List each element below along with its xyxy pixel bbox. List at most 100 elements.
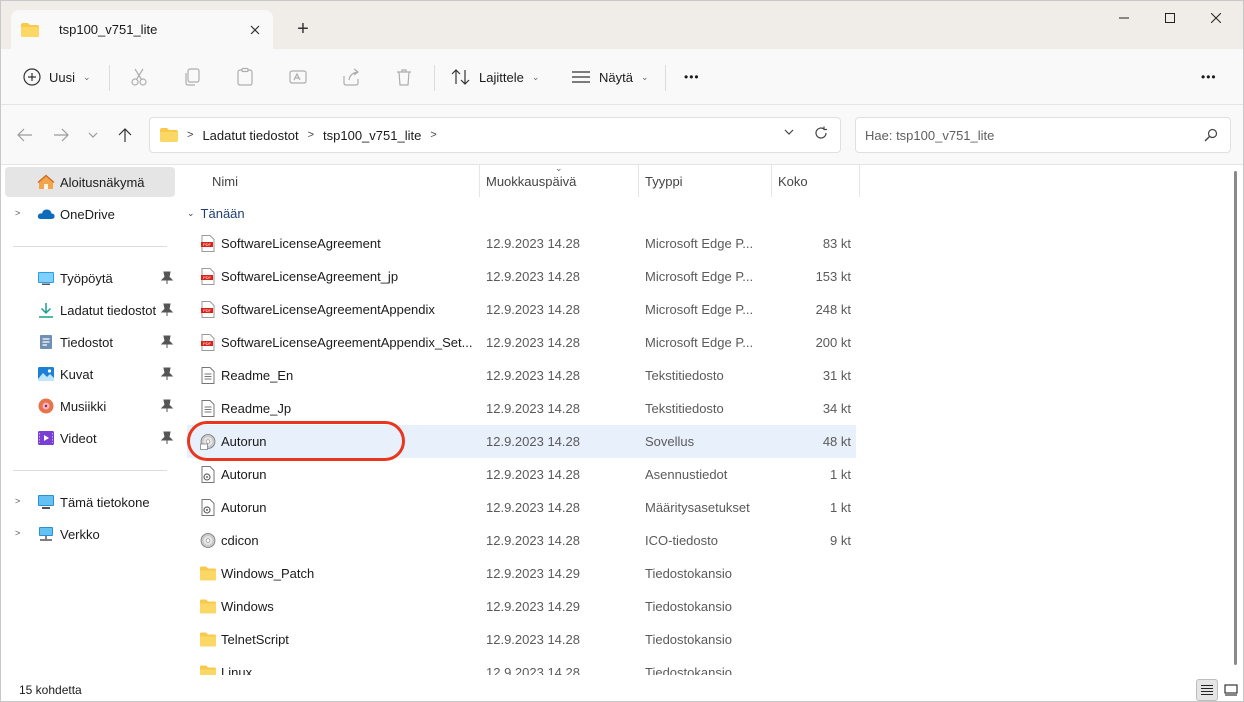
- address-history-dropdown[interactable]: [784, 127, 794, 138]
- file-row[interactable]: Autorun 12.9.2023 14.28 Määritysasetukset 1…: [187, 491, 856, 524]
- vertical-scrollbar[interactable]: [1229, 165, 1243, 675]
- paste-button[interactable]: [235, 60, 255, 94]
- videos-icon: [38, 431, 54, 445]
- sidebar-item-videos[interactable]: Videot: [5, 423, 175, 453]
- chevron-right-icon[interactable]: >: [15, 496, 20, 506]
- sidebar-item-desktop[interactable]: Työpöytä: [5, 263, 175, 293]
- sidebar-item-pictures[interactable]: Kuvat: [5, 359, 175, 389]
- breadcrumb-separator[interactable]: >: [187, 129, 193, 141]
- file-type: Tekstitiedosto: [645, 368, 724, 383]
- pin-icon[interactable]: [161, 303, 173, 317]
- file-row[interactable]: PDF SoftwareLicenseAgreementAppendix_Set.…: [187, 326, 856, 359]
- copy-button[interactable]: [182, 60, 202, 94]
- back-button[interactable]: [13, 123, 37, 147]
- address-bar[interactable]: > Ladatut tiedostot > tsp100_v751_lite >: [149, 117, 841, 153]
- chevron-right-icon[interactable]: >: [15, 208, 20, 218]
- maximize-button[interactable]: [1147, 1, 1193, 35]
- share-button[interactable]: [341, 60, 361, 94]
- details-view-button[interactable]: [1196, 679, 1218, 701]
- file-row[interactable]: PDF SoftwareLicenseAgreement 12.9.2023 14.…: [187, 227, 856, 260]
- sort-button[interactable]: Lajittele ⌄: [451, 60, 539, 94]
- group-header-today[interactable]: ⌄ Tänään: [187, 206, 245, 221]
- pin-icon[interactable]: [161, 271, 173, 285]
- breadcrumb-downloads[interactable]: Ladatut tiedostot: [202, 128, 298, 143]
- new-button[interactable]: Uusi ⌄: [23, 60, 91, 94]
- column-divider[interactable]: [638, 165, 639, 197]
- search-icon[interactable]: [1204, 128, 1218, 145]
- file-modified-date: 12.9.2023 14.28: [486, 401, 580, 416]
- close-window-button[interactable]: [1193, 1, 1239, 35]
- toolbar-divider: [665, 65, 666, 91]
- refresh-button[interactable]: [814, 126, 828, 143]
- column-divider[interactable]: [479, 165, 480, 197]
- file-row[interactable]: PDF SoftwareLicenseAgreement_jp 12.9.2023 …: [187, 260, 856, 293]
- tab-current-folder[interactable]: tsp100_v751_lite: [11, 10, 273, 49]
- cloud-icon: [37, 209, 55, 219]
- file-modified-date: 12.9.2023 14.28: [486, 368, 580, 383]
- close-icon: [1211, 13, 1221, 23]
- file-row[interactable]: Autorun 12.9.2023 14.28 Asennustiedot 1 kt: [187, 458, 856, 491]
- column-header-type[interactable]: Tyyppi: [645, 165, 683, 197]
- pin-icon[interactable]: [161, 431, 173, 445]
- column-divider[interactable]: [771, 165, 772, 197]
- tiles-view-button[interactable]: [1220, 679, 1242, 701]
- column-header-date[interactable]: Muokkauspäivä: [486, 165, 576, 197]
- cut-button[interactable]: [129, 60, 149, 94]
- file-type: Microsoft Edge P...: [645, 335, 754, 350]
- tab-close-button[interactable]: [241, 16, 269, 44]
- sidebar-item-network[interactable]: > Verkko: [5, 519, 175, 549]
- scrollbar-thumb[interactable]: [1234, 171, 1237, 665]
- column-divider[interactable]: [859, 165, 860, 197]
- paste-icon: [237, 67, 253, 86]
- sidebar-item-documents[interactable]: Tiedostot: [5, 327, 175, 357]
- sidebar-item-music[interactable]: Musiikki: [5, 391, 175, 421]
- sidebar-item-home[interactable]: Aloitusnäkymä: [5, 167, 175, 197]
- copy-icon: [185, 68, 200, 86]
- view-button[interactable]: Näytä ⌄: [571, 60, 649, 94]
- file-size: 248 kt: [815, 302, 851, 317]
- column-header-size[interactable]: Koko: [778, 165, 808, 197]
- sidebar-item-this-pc[interactable]: > Tämä tietokone: [5, 487, 175, 517]
- breadcrumb-separator[interactable]: >: [430, 129, 436, 141]
- file-row[interactable]: Readme_En 12.9.2023 14.28 Tekstitiedosto 31…: [187, 359, 856, 392]
- sidebar-item-label: Videot: [60, 431, 97, 446]
- status-bar: 15 kohdetta: [1, 675, 1243, 701]
- sidebar-item-onedrive[interactable]: > OneDrive: [5, 199, 175, 229]
- sidebar-divider: [13, 470, 167, 471]
- file-name: SoftwareLicenseAgreement: [221, 236, 381, 251]
- sidebar-item-downloads[interactable]: Ladatut tiedostot: [5, 295, 175, 325]
- file-row[interactable]: TelnetScript 12.9.2023 14.28 Tiedostokansi…: [187, 623, 856, 656]
- column-header-name[interactable]: Nimi: [212, 165, 238, 197]
- pin-icon[interactable]: [161, 399, 173, 413]
- search-input[interactable]: [865, 127, 1185, 143]
- new-tab-button[interactable]: +: [289, 15, 317, 43]
- forward-button[interactable]: [49, 123, 73, 147]
- file-row[interactable]: Windows_Patch 12.9.2023 14.29 Tiedostokans…: [187, 557, 856, 590]
- file-name: cdicon: [221, 533, 259, 548]
- recent-locations-button[interactable]: [81, 123, 105, 147]
- chevron-right-icon[interactable]: >: [15, 528, 20, 538]
- file-row[interactable]: cdicon 12.9.2023 14.28 ICO-tiedosto 9 kt: [187, 524, 856, 557]
- up-button[interactable]: [113, 123, 137, 147]
- search-box[interactable]: [855, 117, 1231, 153]
- chevron-down-icon: [88, 132, 98, 138]
- text-file-icon: [200, 400, 216, 417]
- download-icon: [39, 303, 53, 318]
- more-options-button[interactable]: •••: [684, 60, 700, 94]
- rename-button[interactable]: [288, 60, 308, 94]
- pin-icon[interactable]: [161, 367, 173, 381]
- details-more-button[interactable]: •••: [1201, 60, 1217, 94]
- delete-button[interactable]: [394, 60, 414, 94]
- pictures-icon: [38, 367, 54, 381]
- minimize-button[interactable]: [1101, 1, 1147, 35]
- chevron-down-icon: [784, 129, 794, 135]
- pin-icon[interactable]: [161, 335, 173, 349]
- file-modified-date: 12.9.2023 14.28: [486, 434, 580, 449]
- file-explorer-window: tsp100_v751_lite + Uusi ⌄ Lajittele ⌄ Nä…: [0, 0, 1244, 702]
- file-row[interactable]: Windows 12.9.2023 14.29 Tiedostokansio: [187, 590, 856, 623]
- breadcrumb-separator[interactable]: >: [308, 129, 314, 141]
- file-row[interactable]: PDF SoftwareLicenseAgreementAppendix 12.9.…: [187, 293, 856, 326]
- file-size: 34 kt: [822, 401, 851, 416]
- computer-icon: [38, 495, 54, 509]
- breadcrumb-current-folder[interactable]: tsp100_v751_lite: [323, 128, 421, 143]
